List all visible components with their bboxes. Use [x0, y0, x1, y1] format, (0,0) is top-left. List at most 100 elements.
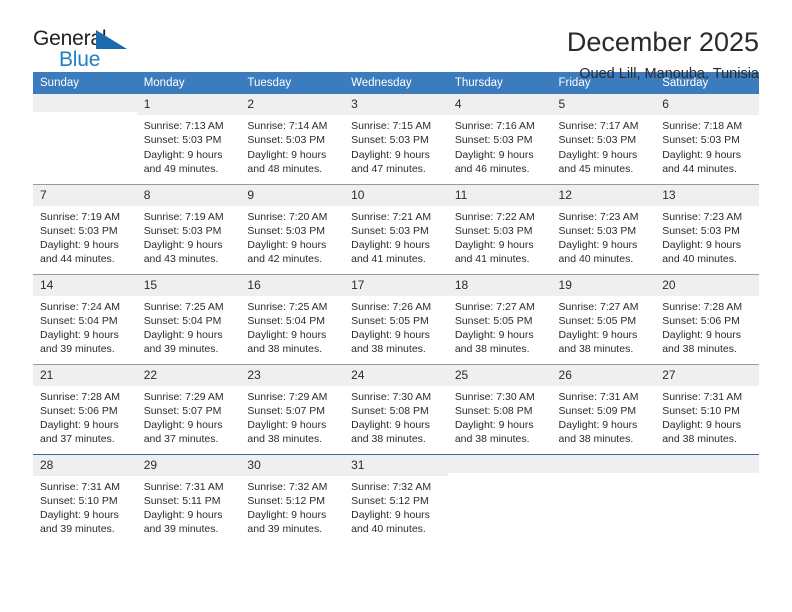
daylight-text-line2: and 41 minutes.: [454, 253, 530, 266]
day-info: Sunrise: 7:30 AM Sunset: 5:08 PM Dayligh…: [448, 386, 552, 447]
daylight-text-line1: Daylight: 9 hours: [662, 419, 742, 432]
day-cell[interactable]: 5 Sunrise: 7:17 AM Sunset: 5:03 PM Dayli…: [551, 94, 656, 184]
day-cell[interactable]: 25 Sunrise: 7:30 AM Sunset: 5:08 PM Dayl…: [447, 363, 552, 454]
day-cell[interactable]: 7 Sunrise: 7:19 AM Sunset: 5:03 PM Dayli…: [33, 183, 137, 274]
day-number: 21: [33, 364, 137, 386]
daylight-text-line2: and 38 minutes.: [247, 343, 323, 356]
day-cell-content: 9 Sunrise: 7:20 AM Sunset: 5:03 PM Dayli…: [240, 184, 345, 274]
day-cell-content: [655, 454, 759, 545]
day-cell[interactable]: 28 Sunrise: 7:31 AM Sunset: 5:10 PM Dayl…: [33, 453, 137, 544]
day-cell-content: 23 Sunrise: 7:29 AM Sunset: 5:07 PM Dayl…: [240, 364, 345, 454]
sunset-text: Sunset: 5:03 PM: [662, 134, 740, 147]
weekday-wednesday: Wednesday: [344, 72, 448, 94]
day-cell[interactable]: 2 Sunrise: 7:14 AM Sunset: 5:03 PM Dayli…: [240, 94, 345, 184]
day-number: 26: [551, 364, 656, 386]
day-cell[interactable]: [655, 453, 759, 545]
day-cell[interactable]: 3 Sunrise: 7:15 AM Sunset: 5:03 PM Dayli…: [344, 94, 448, 184]
daylight-text-line2: and 39 minutes.: [40, 523, 115, 536]
day-cell[interactable]: 19 Sunrise: 7:27 AM Sunset: 5:05 PM Dayl…: [551, 273, 656, 364]
sunrise-text: Sunrise: 7:28 AM: [40, 390, 120, 403]
day-cell[interactable]: 14 Sunrise: 7:24 AM Sunset: 5:04 PM Dayl…: [33, 273, 137, 364]
sunset-text: Sunset: 5:03 PM: [351, 134, 429, 147]
day-info: Sunrise: 7:29 AM Sunset: 5:07 PM Dayligh…: [240, 386, 344, 447]
daylight-text-line2: and 47 minutes.: [351, 162, 426, 175]
daylight-text-line1: Daylight: 9 hours: [247, 239, 327, 252]
day-number: 5: [551, 94, 656, 115]
sunrise-text: Sunrise: 7:19 AM: [40, 210, 120, 223]
sunset-text: Sunset: 5:03 PM: [454, 224, 533, 237]
sunrise-text: Sunrise: 7:19 AM: [143, 210, 224, 223]
day-number: 13: [655, 184, 759, 206]
daylight-text-line1: Daylight: 9 hours: [558, 148, 638, 161]
day-cell[interactable]: 20 Sunrise: 7:28 AM Sunset: 5:06 PM Dayl…: [655, 273, 759, 364]
day-cell[interactable]: 30 Sunrise: 7:32 AM Sunset: 5:12 PM Dayl…: [240, 453, 345, 544]
day-cell[interactable]: 4 Sunrise: 7:16 AM Sunset: 5:03 PM Dayli…: [447, 94, 552, 184]
day-info: Sunrise: 7:27 AM Sunset: 5:05 PM Dayligh…: [552, 296, 656, 357]
daylight-text-line1: Daylight: 9 hours: [143, 419, 223, 432]
sunset-text: Sunset: 5:03 PM: [247, 224, 326, 237]
day-cell[interactable]: 8 Sunrise: 7:19 AM Sunset: 5:03 PM Dayli…: [136, 183, 241, 274]
sunrise-text: Sunrise: 7:13 AM: [143, 120, 224, 132]
daylight-text-line2: and 39 minutes.: [40, 343, 115, 356]
day-cell-content: 24 Sunrise: 7:30 AM Sunset: 5:08 PM Dayl…: [344, 364, 448, 454]
day-info: Sunrise: 7:23 AM Sunset: 5:03 PM Dayligh…: [655, 206, 759, 267]
sunrise-text: Sunrise: 7:27 AM: [454, 300, 535, 313]
day-number: [447, 454, 552, 473]
day-cell-content: 10 Sunrise: 7:21 AM Sunset: 5:03 PM Dayl…: [344, 184, 448, 274]
day-cell[interactable]: 29 Sunrise: 7:31 AM Sunset: 5:11 PM Dayl…: [136, 453, 241, 544]
sunrise-text: Sunrise: 7:27 AM: [558, 300, 639, 313]
calendar-table: Sunday Monday Tuesday Wednesday Thursday…: [33, 72, 759, 544]
day-cell-content: 17 Sunrise: 7:26 AM Sunset: 5:05 PM Dayl…: [344, 274, 448, 364]
day-number: 28: [33, 454, 137, 476]
day-cell[interactable]: 26 Sunrise: 7:31 AM Sunset: 5:09 PM Dayl…: [551, 363, 656, 454]
daylight-text-line2: and 48 minutes.: [247, 162, 323, 175]
day-number: [33, 94, 137, 112]
daylight-text-line2: and 46 minutes.: [454, 162, 530, 175]
sunset-text: Sunset: 5:10 PM: [662, 404, 740, 417]
sunrise-text: Sunrise: 7:28 AM: [662, 300, 743, 313]
day-number: 6: [655, 94, 759, 115]
day-cell[interactable]: 22 Sunrise: 7:29 AM Sunset: 5:07 PM Dayl…: [136, 363, 241, 454]
sunset-text: Sunset: 5:07 PM: [247, 404, 326, 417]
day-cell[interactable]: [551, 453, 656, 544]
day-cell[interactable]: 21 Sunrise: 7:28 AM Sunset: 5:06 PM Dayl…: [33, 363, 137, 454]
daylight-text-line2: and 39 minutes.: [143, 523, 219, 536]
day-cell[interactable]: [33, 94, 137, 184]
day-cell[interactable]: 1 Sunrise: 7:13 AM Sunset: 5:03 PM Dayli…: [136, 94, 241, 184]
daylight-text-line1: Daylight: 9 hours: [454, 419, 534, 432]
general-blue-logo[interactable]: General Blue: [33, 28, 153, 74]
daylight-text-line1: Daylight: 9 hours: [40, 509, 119, 522]
day-cell-content: 18 Sunrise: 7:27 AM Sunset: 5:05 PM Dayl…: [447, 274, 552, 364]
logo-text-blue: Blue: [59, 48, 101, 71]
day-cell[interactable]: 16 Sunrise: 7:25 AM Sunset: 5:04 PM Dayl…: [240, 273, 345, 364]
daylight-text-line1: Daylight: 9 hours: [351, 509, 430, 522]
day-cell[interactable]: [447, 453, 552, 545]
day-cell-content: [447, 454, 552, 545]
weekday-sunday: Sunday: [33, 72, 137, 94]
day-cell-content: 31 Sunrise: 7:32 AM Sunset: 5:12 PM Dayl…: [344, 454, 448, 545]
day-cell[interactable]: 11 Sunrise: 7:22 AM Sunset: 5:03 PM Dayl…: [447, 183, 552, 274]
daylight-text-line2: and 37 minutes.: [40, 433, 115, 446]
day-cell[interactable]: 27 Sunrise: 7:31 AM Sunset: 5:10 PM Dayl…: [655, 363, 759, 454]
daylight-text-line1: Daylight: 9 hours: [143, 329, 223, 342]
day-cell[interactable]: 31 Sunrise: 7:32 AM Sunset: 5:12 PM Dayl…: [344, 453, 448, 545]
day-info: Sunrise: 7:31 AM Sunset: 5:10 PM Dayligh…: [33, 476, 137, 537]
day-number: 31: [344, 454, 448, 476]
daylight-text-line2: and 40 minutes.: [662, 253, 737, 266]
day-cell[interactable]: 10 Sunrise: 7:21 AM Sunset: 5:03 PM Dayl…: [344, 183, 448, 274]
day-number: 1: [136, 94, 241, 115]
day-cell[interactable]: 24 Sunrise: 7:30 AM Sunset: 5:08 PM Dayl…: [344, 363, 448, 454]
day-cell[interactable]: 13 Sunrise: 7:23 AM Sunset: 5:03 PM Dayl…: [655, 183, 759, 274]
day-number: 30: [240, 454, 345, 476]
sunset-text: Sunset: 5:03 PM: [40, 224, 118, 237]
day-cell[interactable]: 18 Sunrise: 7:27 AM Sunset: 5:05 PM Dayl…: [447, 273, 552, 364]
day-cell[interactable]: 17 Sunrise: 7:26 AM Sunset: 5:05 PM Dayl…: [344, 273, 448, 364]
day-cell[interactable]: 23 Sunrise: 7:29 AM Sunset: 5:07 PM Dayl…: [240, 363, 345, 454]
week-row: 7 Sunrise: 7:19 AM Sunset: 5:03 PM Dayli…: [33, 183, 759, 274]
day-number: 24: [344, 364, 448, 386]
day-cell[interactable]: 6 Sunrise: 7:18 AM Sunset: 5:03 PM Dayli…: [655, 94, 759, 184]
day-cell[interactable]: 9 Sunrise: 7:20 AM Sunset: 5:03 PM Dayli…: [240, 183, 345, 274]
day-cell[interactable]: 12 Sunrise: 7:23 AM Sunset: 5:03 PM Dayl…: [551, 183, 656, 274]
daylight-text-line1: Daylight: 9 hours: [351, 419, 430, 432]
day-cell[interactable]: 15 Sunrise: 7:25 AM Sunset: 5:04 PM Dayl…: [136, 273, 241, 364]
